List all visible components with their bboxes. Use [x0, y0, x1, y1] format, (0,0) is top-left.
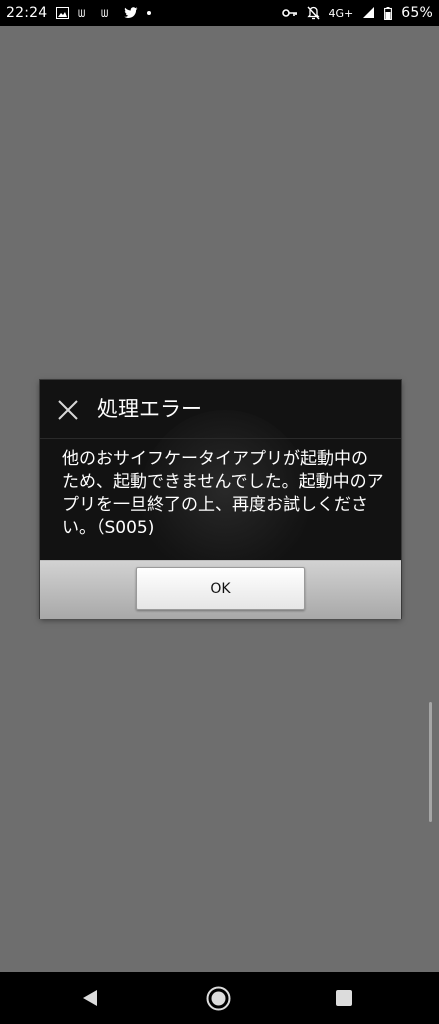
status-time: 22:24 [6, 5, 48, 21]
status-bar: 22:24 ᗯ ᗯ 4G+ 65% [0, 0, 439, 26]
signal-app-icon: ᗯ [101, 6, 115, 20]
battery-percent: 65% [401, 5, 433, 21]
ok-button[interactable]: OK [136, 567, 305, 610]
battery-icon [384, 6, 393, 20]
bell-off-icon [306, 6, 320, 20]
scroll-indicator[interactable] [429, 702, 432, 822]
error-dialog: 処理エラー 他のおサイフケータイアプリが起動中のため、起動できませんでした。起動… [40, 380, 401, 619]
back-icon[interactable] [82, 989, 98, 1011]
network-type: 4G+ [328, 6, 354, 20]
svg-text:ᗯ: ᗯ [101, 9, 108, 20]
image-icon [56, 6, 70, 20]
dialog-title: 処理エラー [97, 397, 202, 421]
svg-text:ᗯ: ᗯ [78, 9, 85, 20]
screen: 22:24 ᗯ ᗯ 4G+ 65% 処理エラー 他のおサイフケータイアプリが起動… [0, 0, 439, 1024]
recents-icon[interactable] [336, 990, 352, 1006]
home-icon[interactable] [206, 986, 231, 1015]
dialog-button-bar: OK [40, 560, 401, 619]
signal-app-icon: ᗯ [78, 6, 92, 20]
navigation-bar [0, 972, 439, 1024]
close-icon[interactable] [58, 400, 78, 420]
dialog-message: 他のおサイフケータイアプリが起動中のため、起動できませんでした。起動中のアプリを… [62, 449, 384, 538]
twitter-icon [124, 6, 138, 20]
signal-strength-icon [362, 6, 375, 20]
dot-icon [147, 11, 152, 15]
key-icon [281, 6, 298, 20]
dialog-header: 処理エラー [40, 380, 401, 439]
